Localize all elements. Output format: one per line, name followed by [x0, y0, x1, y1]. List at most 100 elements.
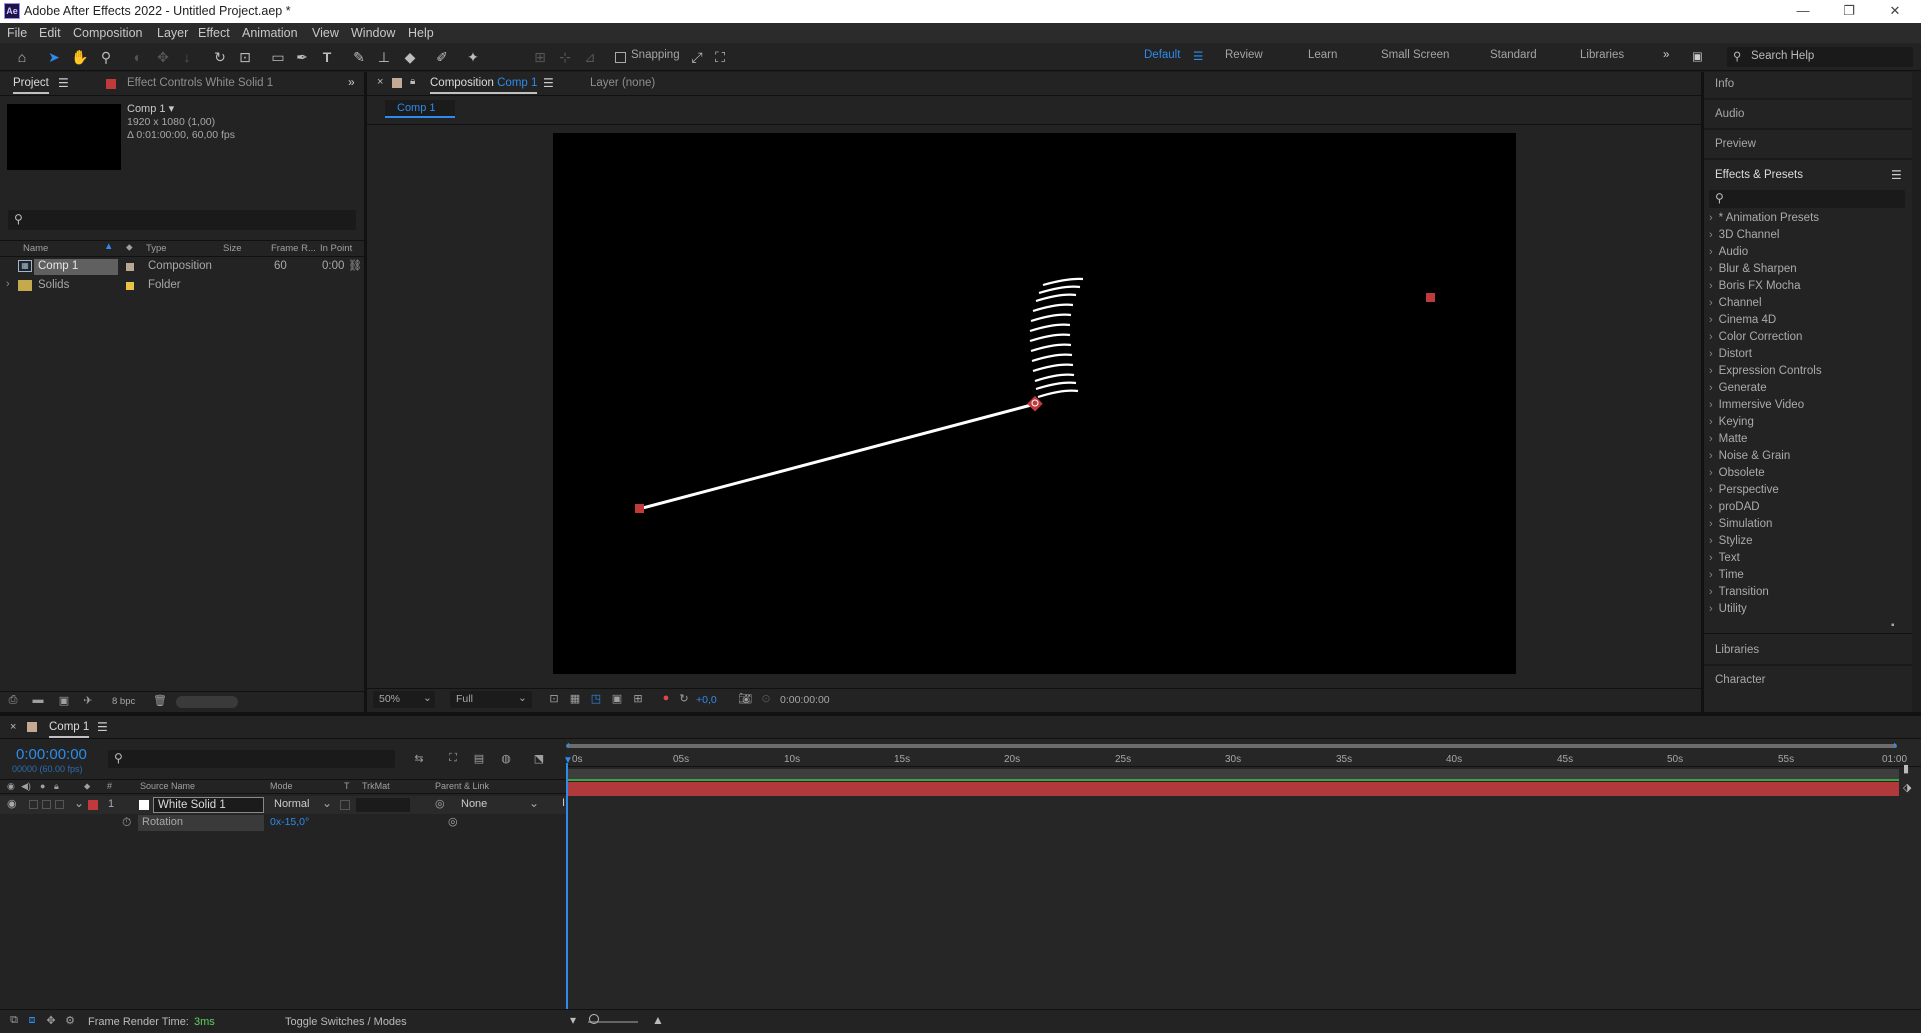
- effect-category[interactable]: Boris FX Mocha: [1709, 280, 1801, 292]
- col-parent[interactable]: Parent & Link: [435, 781, 489, 791]
- in-out-icon[interactable]: ✥: [44, 1014, 58, 1028]
- zoom-tool-icon[interactable]: ⚲: [96, 47, 116, 67]
- col-type[interactable]: Type: [146, 243, 167, 254]
- preview-panel[interactable]: Preview: [1704, 132, 1921, 160]
- col-mode[interactable]: Mode: [270, 781, 293, 791]
- pan-camera-icon[interactable]: ✥: [153, 47, 173, 67]
- reset-exposure-icon[interactable]: ↻: [677, 692, 691, 706]
- hand-tool-icon[interactable]: ✋: [70, 47, 90, 67]
- tab-effect-controls[interactable]: Effect Controls White Solid 1: [127, 77, 273, 89]
- snap-grid-icon[interactable]: ⛶: [710, 47, 730, 67]
- work-area-bar[interactable]: ◖ ◗: [565, 740, 1921, 751]
- effect-category[interactable]: Time: [1709, 569, 1744, 581]
- lock-icon[interactable]: 🔒︎: [410, 76, 415, 87]
- puppet-pin-icon[interactable]: ✦: [463, 47, 483, 67]
- mode-select[interactable]: Normal: [274, 798, 309, 810]
- effect-category[interactable]: * Animation Presets: [1709, 212, 1819, 224]
- chevron-down-icon[interactable]: ⌄: [529, 796, 539, 810]
- effect-category[interactable]: Perspective: [1709, 484, 1779, 496]
- workspace-libraries[interactable]: Libraries: [1580, 49, 1624, 61]
- bit-depth-button[interactable]: 8 bpc: [112, 696, 135, 707]
- mask-visibility-icon[interactable]: ◳: [589, 692, 603, 706]
- label-swatch[interactable]: [126, 263, 134, 271]
- fast-previews-icon[interactable]: ⊡: [547, 692, 561, 706]
- eraser-tool-icon[interactable]: ◆: [400, 47, 420, 67]
- tab-project[interactable]: Project: [13, 77, 49, 94]
- frame-blending-icon[interactable]: ◍: [499, 752, 513, 766]
- current-time[interactable]: 0:00:00:00: [16, 746, 87, 763]
- preserve-transparency-switch[interactable]: [340, 800, 350, 810]
- col-trkmat[interactable]: TrkMat: [362, 781, 390, 791]
- effect-category[interactable]: Simulation: [1709, 518, 1773, 530]
- project-settings-icon[interactable]: ✈: [81, 694, 95, 708]
- effect-category[interactable]: Transition: [1709, 586, 1769, 598]
- panel-overflow-icon[interactable]: »: [348, 75, 355, 89]
- rotation-tool-icon[interactable]: ↻: [210, 47, 230, 67]
- menu-layer[interactable]: Layer: [157, 26, 188, 40]
- timeline-menu-icon[interactable]: ☰: [97, 720, 108, 734]
- effect-category[interactable]: Blur & Sharpen: [1709, 263, 1797, 275]
- effect-category[interactable]: 3D Channel: [1709, 229, 1780, 241]
- work-area-end-handle[interactable]: ◗: [1892, 740, 1898, 751]
- property-value[interactable]: 0x-15,0°: [270, 816, 309, 828]
- col-t[interactable]: T: [344, 781, 350, 791]
- thumbnail-slider[interactable]: [176, 696, 238, 708]
- menu-effect[interactable]: Effect: [198, 26, 230, 40]
- graph-editor-icon[interactable]: ⬔: [532, 752, 546, 766]
- project-row-comp1[interactable]: ▦ Comp 1 Composition 60 0:00 ⛓: [0, 258, 364, 276]
- panel-layout-icon[interactable]: ▣: [1692, 49, 1703, 63]
- close-tab-icon[interactable]: ×: [377, 76, 383, 88]
- menu-composition[interactable]: Composition: [73, 26, 142, 40]
- comp-mini-flowchart-icon[interactable]: ⇆: [412, 752, 426, 766]
- project-search-input[interactable]: ⚲: [8, 210, 356, 230]
- item-name[interactable]: Comp 1: [38, 260, 78, 272]
- time-graph[interactable]: ◖ ◗ 0s 05s 10s 15s 20s 25s 30s 35s 40s 4…: [562, 739, 1921, 1009]
- menu-animation[interactable]: Animation: [242, 26, 298, 40]
- zoom-select[interactable]: 50% ⌄: [373, 691, 435, 708]
- effects-menu-icon[interactable]: ☰: [1891, 168, 1902, 182]
- layer-row[interactable]: ◉ ⌄ 1 White Solid 1 Normal ⌄ ◎ None ⌄: [0, 796, 566, 814]
- audio-switch[interactable]: [29, 800, 38, 809]
- type-tool-icon[interactable]: T: [317, 47, 337, 67]
- roto-brush-icon[interactable]: ✐: [432, 47, 452, 67]
- time-ruler[interactable]: 0s 05s 10s 15s 20s 25s 30s 35s 40s 45s 5…: [566, 751, 1921, 767]
- stopwatch-icon[interactable]: ⏱: [122, 815, 131, 830]
- col-source-name[interactable]: Source Name: [140, 781, 195, 791]
- effect-category[interactable]: Matte: [1709, 433, 1748, 445]
- eye-icon[interactable]: ◉: [7, 797, 17, 810]
- layer-marker-icon[interactable]: ⬗: [1903, 781, 1911, 794]
- workspace-standard[interactable]: Standard: [1490, 49, 1537, 61]
- info-panel[interactable]: Info: [1704, 72, 1921, 100]
- minimize-button[interactable]: —: [1780, 0, 1826, 23]
- tab-composition[interactable]: Composition Comp 1: [430, 77, 538, 94]
- snapping-checkbox[interactable]: [615, 52, 626, 63]
- transparency-grid-icon[interactable]: ▦: [568, 692, 582, 706]
- layer-duration-bar[interactable]: [566, 782, 1899, 796]
- character-panel[interactable]: Character: [1704, 668, 1921, 696]
- effects-search-input[interactable]: ⚲: [1709, 190, 1905, 208]
- new-folder-icon[interactable]: ▬: [31, 694, 45, 708]
- effect-category[interactable]: Distort: [1709, 348, 1752, 360]
- maximize-button[interactable]: ❐: [1826, 0, 1872, 23]
- col-frame-rate[interactable]: Frame R...: [271, 243, 316, 254]
- comp-marker-bin-icon[interactable]: ▮: [1903, 762, 1909, 775]
- tab-layer[interactable]: Layer (none): [590, 77, 655, 89]
- effect-category[interactable]: Audio: [1709, 246, 1748, 258]
- effect-category[interactable]: Cinema 4D: [1709, 314, 1777, 326]
- close-tab-icon[interactable]: ×: [10, 721, 16, 733]
- effect-category[interactable]: Noise & Grain: [1709, 450, 1791, 462]
- clone-stamp-icon[interactable]: ⊥: [374, 47, 394, 67]
- collapse-arrow-icon[interactable]: ⌄: [74, 796, 84, 810]
- layer-name-field[interactable]: White Solid 1: [153, 797, 264, 813]
- trkmat-select[interactable]: [356, 798, 410, 812]
- menu-edit[interactable]: Edit: [39, 26, 61, 40]
- search-help-input[interactable]: ⚲ Search Help: [1727, 47, 1913, 67]
- effect-category[interactable]: Text: [1709, 552, 1740, 564]
- viewer-timecode[interactable]: 0:00:00:00: [780, 694, 830, 706]
- col-name[interactable]: Name: [23, 243, 48, 254]
- tab-timeline-comp[interactable]: Comp 1: [49, 721, 90, 738]
- zoom-in-icon[interactable]: ▲: [652, 1013, 664, 1027]
- resolution-select[interactable]: Full ⌄: [450, 691, 532, 708]
- solo-switch[interactable]: [42, 800, 51, 809]
- color-channels-icon[interactable]: ●: [659, 692, 673, 706]
